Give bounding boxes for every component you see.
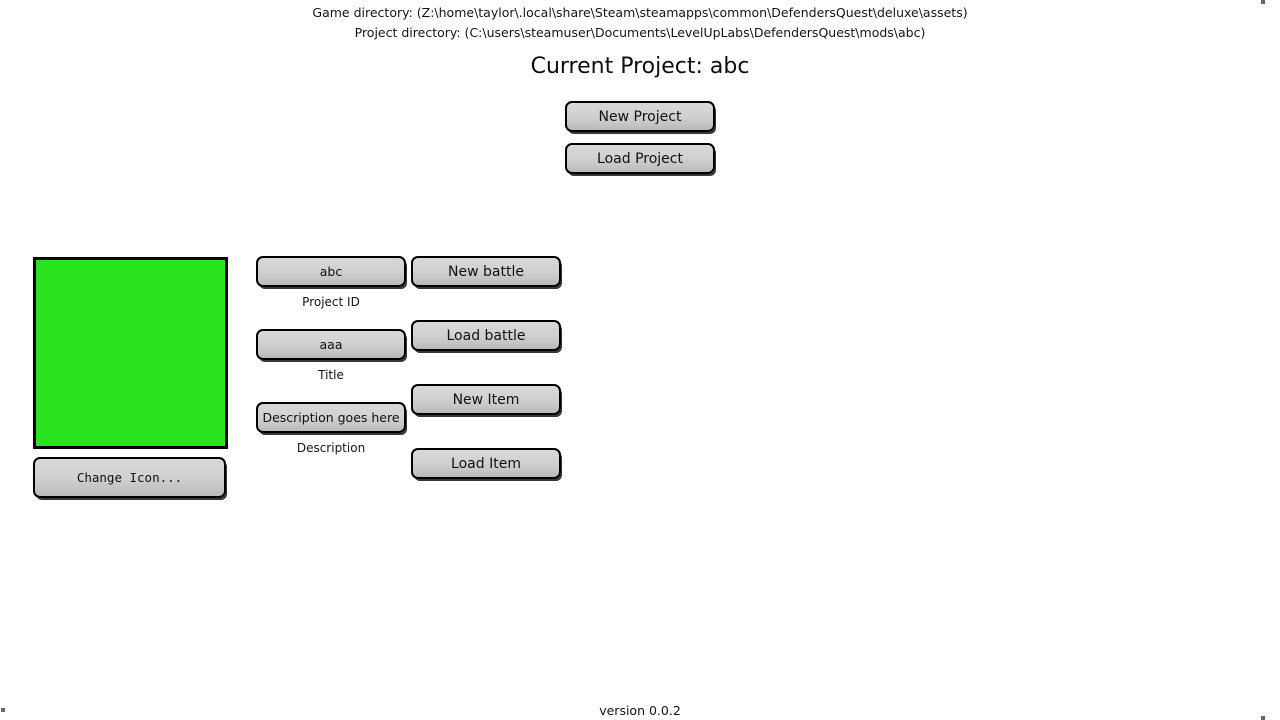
- project-fields-group: abc Project ID aaa Title Description goe…: [256, 256, 406, 456]
- content-actions-group: New battle Load battle New Item Load Ite…: [411, 256, 561, 479]
- page-title: Current Project: abc: [530, 54, 750, 79]
- change-icon-button[interactable]: Change Icon...: [33, 457, 226, 498]
- field-group-project-id: abc Project ID: [256, 256, 406, 310]
- project-id-label: Project ID: [302, 295, 360, 309]
- corner-artifact-bottom-right: [1261, 716, 1265, 720]
- title-label: Title: [318, 368, 344, 382]
- header: Game directory: (Z:\home\taylor\.local\s…: [0, 0, 1280, 82]
- project-id-input[interactable]: abc: [256, 256, 406, 287]
- icon-panel: Change Icon...: [33, 257, 228, 498]
- new-battle-button[interactable]: New battle: [411, 256, 561, 287]
- version-text: version 0.0.2: [599, 703, 681, 718]
- load-project-button[interactable]: Load Project: [565, 143, 715, 174]
- new-item-button[interactable]: New Item: [411, 384, 561, 415]
- load-item-button[interactable]: Load Item: [411, 448, 561, 479]
- project-icon-preview: [33, 257, 228, 449]
- title-input[interactable]: aaa: [256, 329, 406, 360]
- project-directory-text: Project directory: (C:\users\steamuser\D…: [354, 25, 926, 40]
- game-directory-text: Game directory: (Z:\home\taylor\.local\s…: [312, 5, 968, 20]
- description-input[interactable]: Description goes here: [256, 402, 406, 433]
- load-battle-button[interactable]: Load battle: [411, 320, 561, 351]
- corner-artifact-top-right: [1261, 0, 1265, 4]
- field-group-title: aaa Title: [256, 329, 406, 383]
- corner-artifact-bottom-left: [1, 708, 5, 712]
- new-project-button[interactable]: New Project: [565, 101, 715, 132]
- description-label: Description: [296, 441, 366, 455]
- project-actions-group: New Project Load Project: [565, 101, 715, 174]
- field-group-description: Description goes here Description: [256, 402, 406, 456]
